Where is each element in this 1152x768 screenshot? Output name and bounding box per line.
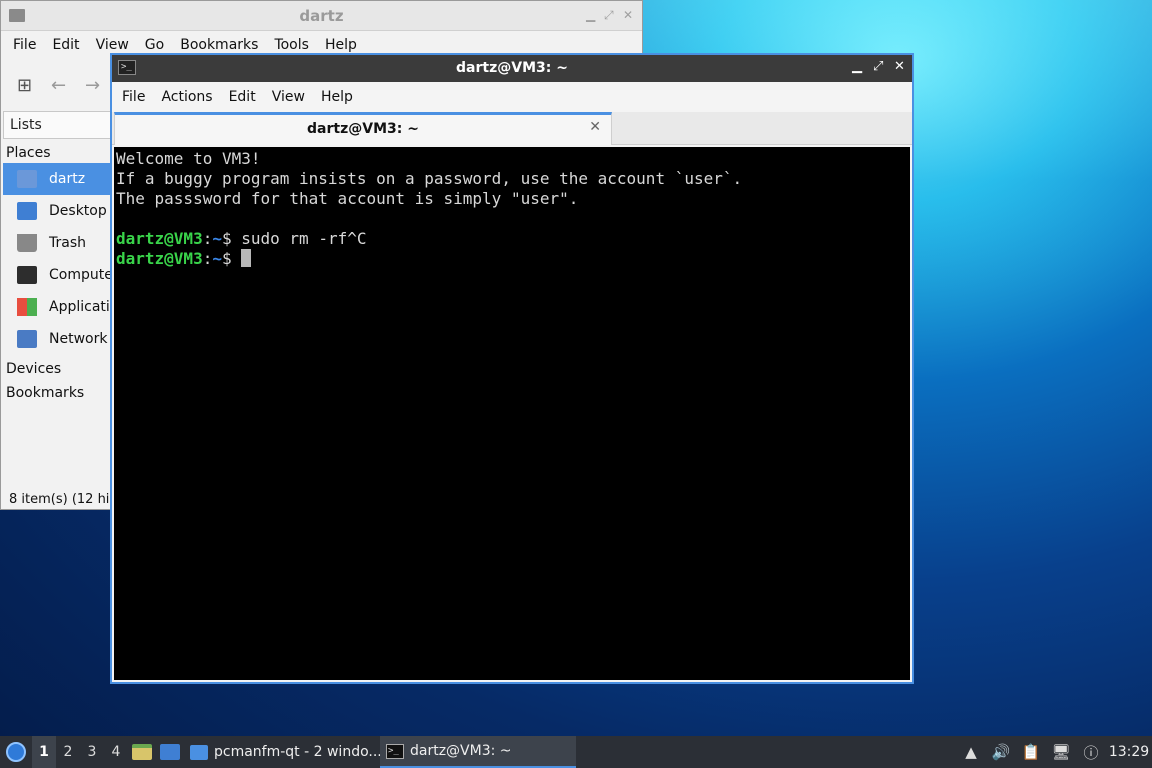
terminal-output[interactable]: Welcome to VM3! If a buggy program insis… — [114, 147, 910, 680]
output-line: If a buggy program insists on a password… — [116, 169, 743, 188]
command-line: dartz@VM3:~$ — [116, 249, 908, 269]
home-folder-icon — [17, 170, 37, 188]
place-network[interactable]: Network — [3, 323, 111, 355]
clock[interactable]: 13:29 — [1106, 744, 1152, 760]
menu-actions[interactable]: Actions — [153, 89, 220, 105]
command-line: dartz@VM3:~$ sudo rm -rf^C — [116, 229, 908, 249]
menu-edit[interactable]: Edit — [44, 37, 87, 53]
menu-tools[interactable]: Tools — [266, 37, 317, 53]
maximize-icon[interactable]: ⤢ — [873, 59, 883, 74]
status-bar: 8 item(s) (12 hidden) — [9, 492, 111, 507]
trash-icon — [17, 234, 37, 252]
close-icon[interactable]: ✕ — [894, 59, 905, 74]
place-desktop[interactable]: Desktop — [3, 195, 111, 227]
close-icon[interactable]: ✕ — [623, 8, 633, 22]
terminal-window: >_ dartz@VM3: ~ ▁ ⤢ ✕ File Actions Edit … — [110, 53, 914, 684]
applications-icon — [17, 298, 37, 316]
terminal-tab-bar: dartz@VM3: ~ ✕ — [112, 112, 912, 145]
maximize-icon[interactable]: ⤢ — [604, 8, 614, 23]
place-label: Trash — [49, 235, 86, 251]
quicklaunch-file-manager[interactable] — [128, 736, 156, 768]
workspace-2[interactable]: 2 — [56, 736, 80, 768]
task-label: pcmanfm-qt - 2 windo... — [214, 744, 380, 760]
prompt-symbol: $ — [221, 229, 242, 248]
devices-header[interactable]: Devices — [3, 355, 111, 379]
place-label: dartz — [49, 171, 86, 187]
prompt-separator: : — [202, 229, 213, 248]
prompt-path: ~ — [212, 229, 222, 248]
place-label: Desktop — [49, 203, 107, 219]
terminal-tab-label: dartz@VM3: ~ — [307, 121, 419, 137]
show-desktop-icon — [160, 744, 180, 760]
update-notifier-icon[interactable]: ⓘ — [1076, 736, 1106, 768]
file-manager-titlebar[interactable]: dartz ▁ ⤢ ✕ — [1, 1, 642, 31]
file-manager-title: dartz — [299, 7, 344, 25]
place-trash[interactable]: Trash — [3, 227, 111, 259]
close-tab-icon[interactable]: ✕ — [589, 119, 601, 135]
side-pane-mode-select[interactable]: Lists — [3, 111, 111, 139]
place-label: Network — [49, 331, 108, 347]
place-label: Computer — [49, 267, 111, 283]
bookmarks-header[interactable]: Bookmarks — [3, 379, 111, 403]
minimize-icon[interactable]: ▁ — [852, 59, 862, 74]
desktop-icon — [17, 202, 37, 220]
menu-bookmarks[interactable]: Bookmarks — [172, 37, 266, 53]
volume-icon[interactable]: 🔊 — [986, 736, 1016, 768]
terminal-title: dartz@VM3: ~ — [456, 60, 568, 76]
text-cursor — [241, 249, 252, 267]
terminal-titlebar[interactable]: >_ dartz@VM3: ~ ▁ ⤢ ✕ — [112, 55, 912, 82]
lxqt-logo-icon — [6, 742, 26, 762]
command-text: sudo rm -rf^C — [241, 229, 367, 248]
prompt-separator: : — [202, 249, 213, 268]
workspace-1[interactable]: 1 — [32, 736, 56, 768]
minimize-icon[interactable]: ▁ — [586, 8, 595, 22]
taskbar: 1 2 3 4 pcmanfm-qt - 2 windo... >_ dartz… — [0, 736, 1152, 768]
prompt-symbol: $ — [221, 249, 242, 268]
prompt-user: dartz@VM3 — [116, 249, 203, 268]
new-tab-icon[interactable]: ⊞ — [17, 75, 32, 96]
folder-icon — [190, 744, 208, 760]
tray-expand-icon[interactable]: ▲ — [956, 736, 986, 768]
menu-file[interactable]: File — [5, 37, 44, 53]
menu-help[interactable]: Help — [317, 37, 365, 53]
back-arrow-icon[interactable]: ← — [51, 75, 66, 96]
terminal-icon: >_ — [386, 743, 404, 759]
output-line: Welcome to VM3! — [116, 149, 261, 168]
task-file-manager[interactable]: pcmanfm-qt - 2 windo... — [184, 736, 380, 768]
forward-arrow-icon[interactable]: → — [85, 75, 100, 96]
menu-edit[interactable]: Edit — [221, 89, 264, 105]
side-pane: Lists Places dartz Desktop Trash Compute… — [3, 111, 111, 511]
task-terminal[interactable]: >_ dartz@VM3: ~ — [380, 736, 576, 768]
workspace-3[interactable]: 3 — [80, 736, 104, 768]
clipboard-icon[interactable]: 📋 — [1016, 736, 1046, 768]
file-manager-icon — [132, 744, 152, 760]
network-icon — [17, 330, 37, 348]
terminal-tab[interactable]: dartz@VM3: ~ ✕ — [114, 112, 612, 145]
menu-view[interactable]: View — [264, 89, 313, 105]
menu-view[interactable]: View — [88, 37, 137, 53]
menu-go[interactable]: Go — [137, 37, 172, 53]
network-status-icon[interactable]: 🖥 — [1046, 736, 1076, 768]
computer-icon — [17, 266, 37, 284]
quicklaunch-show-desktop[interactable] — [156, 736, 184, 768]
prompt-path: ~ — [212, 249, 222, 268]
start-menu-button[interactable] — [0, 736, 32, 768]
system-tray: ▲ 🔊 📋 🖥 ⓘ 13:29 — [956, 736, 1152, 768]
output-line: The passsword for that account is simply… — [116, 189, 579, 208]
menu-help[interactable]: Help — [313, 89, 361, 105]
workspace-4[interactable]: 4 — [104, 736, 128, 768]
place-computer[interactable]: Computer — [3, 259, 111, 291]
place-label: Applications — [49, 299, 111, 315]
terminal-menubar: File Actions Edit View Help — [112, 82, 912, 112]
task-label: dartz@VM3: ~ — [410, 743, 512, 759]
menu-file[interactable]: File — [114, 89, 153, 105]
prompt-user: dartz@VM3 — [116, 229, 203, 248]
places-header[interactable]: Places — [3, 139, 111, 163]
place-home[interactable]: dartz — [3, 163, 111, 195]
place-applications[interactable]: Applications — [3, 291, 111, 323]
